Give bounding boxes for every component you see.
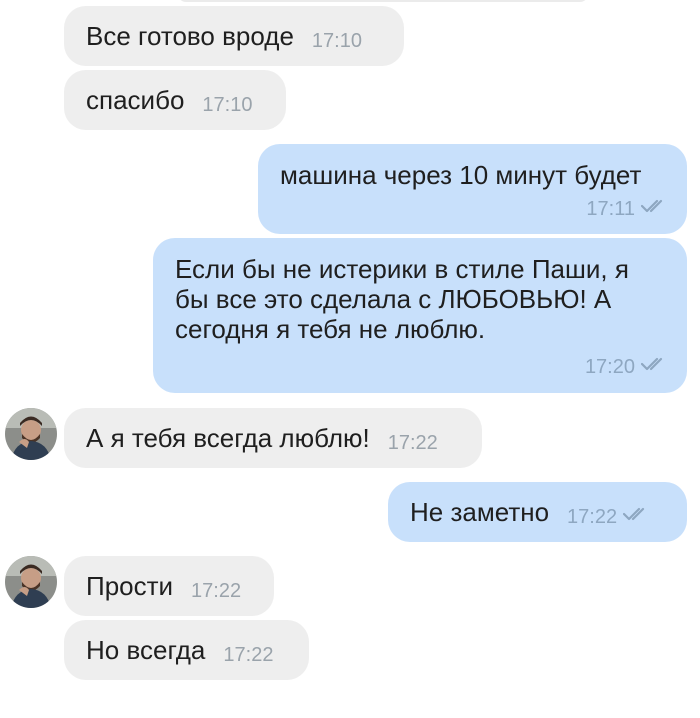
double-check-icon xyxy=(623,497,649,528)
incoming-message[interactable]: Все готово вроде 17:10 xyxy=(64,6,404,66)
message-meta: 17:11 xyxy=(586,198,667,221)
message-meta: 17:20 xyxy=(585,356,667,379)
incoming-message[interactable]: Прости 17:22 xyxy=(64,556,274,616)
double-check-icon xyxy=(640,354,667,377)
message-text: Прости xyxy=(86,571,174,601)
outgoing-message[interactable]: Если бы не истерики в стиле Паши, я бы в… xyxy=(153,238,687,393)
message-text: Не заметно xyxy=(410,497,550,527)
message-time: 17:10 xyxy=(311,30,362,52)
incoming-message[interactable]: А я тебя всегда люблю! 17:22 xyxy=(64,408,482,468)
message-text: машина через 10 минут будет xyxy=(280,160,642,190)
contact-avatar[interactable] xyxy=(5,556,57,608)
message-text: А я тебя всегда люблю! xyxy=(86,423,370,453)
message-text: Но всегда xyxy=(86,635,206,665)
chat-history: Все готово вроде 17:10 спасибо 17:10 машин… xyxy=(0,0,700,718)
message-text: Все готово вроде xyxy=(86,21,294,51)
message-time: 17:22 xyxy=(191,580,242,602)
double-check-icon xyxy=(640,196,667,219)
message-time: 17:22 xyxy=(567,506,618,528)
message-time: 17:22 xyxy=(223,644,274,666)
outgoing-message[interactable]: Не заметно 17:22 xyxy=(388,482,687,542)
message-text: Если бы не истерики в стиле Паши, я бы в… xyxy=(175,254,629,344)
incoming-message[interactable]: Но всегда 17:22 xyxy=(64,620,309,680)
message-text: спасибо xyxy=(86,85,185,115)
message-time: 17:20 xyxy=(584,356,635,378)
outgoing-message[interactable]: машина через 10 минут будет 17:11 xyxy=(258,144,687,234)
message-time: 17:10 xyxy=(202,94,253,116)
message-time: 17:22 xyxy=(387,432,438,454)
previous-message-edge xyxy=(178,0,588,2)
message-time: 17:11 xyxy=(586,198,635,220)
contact-avatar[interactable] xyxy=(5,408,57,460)
incoming-message[interactable]: спасибо 17:10 xyxy=(64,70,286,130)
